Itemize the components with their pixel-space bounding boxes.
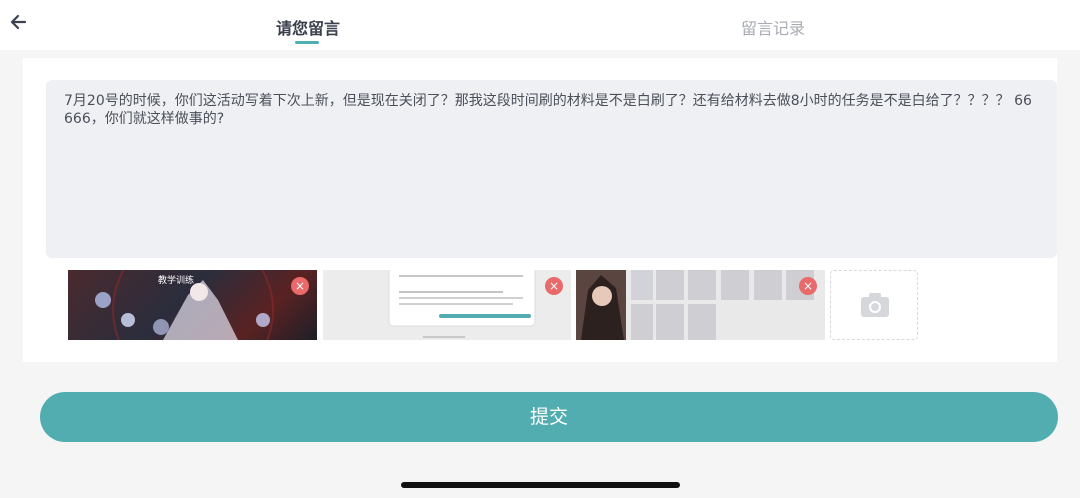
attachment-thumbnail-2[interactable] bbox=[323, 270, 571, 340]
camera-icon bbox=[861, 293, 889, 317]
attachment-thumbnail-3[interactable] bbox=[576, 270, 825, 340]
remove-attachment-3-button[interactable]: × bbox=[799, 277, 817, 295]
active-tab-indicator bbox=[295, 41, 319, 44]
back-arrow-icon[interactable] bbox=[6, 8, 34, 36]
submit-button[interactable]: 提交 bbox=[40, 392, 1058, 442]
home-indicator bbox=[401, 482, 680, 488]
tab-message-history[interactable]: 留言记录 bbox=[741, 18, 805, 40]
message-input[interactable]: 7月20号的时候，你们这活动写着下次上新，但是现在关闭了？那我这段时间刷的材料是… bbox=[46, 80, 1057, 258]
remove-attachment-2-button[interactable]: × bbox=[545, 277, 563, 295]
tab-leave-message[interactable]: 请您留言 bbox=[276, 18, 340, 40]
remove-attachment-1-button[interactable]: × bbox=[291, 277, 309, 295]
attachment-thumbnail-1[interactable]: 教学训练 bbox=[68, 270, 317, 340]
attachment-3-image bbox=[576, 270, 814, 340]
attachment-2-image bbox=[388, 270, 536, 338]
attachment-1-caption: 教学训练 bbox=[158, 276, 195, 286]
add-photo-button[interactable] bbox=[830, 270, 918, 340]
top-bar: 请您留言 留言记录 bbox=[0, 0, 1080, 50]
